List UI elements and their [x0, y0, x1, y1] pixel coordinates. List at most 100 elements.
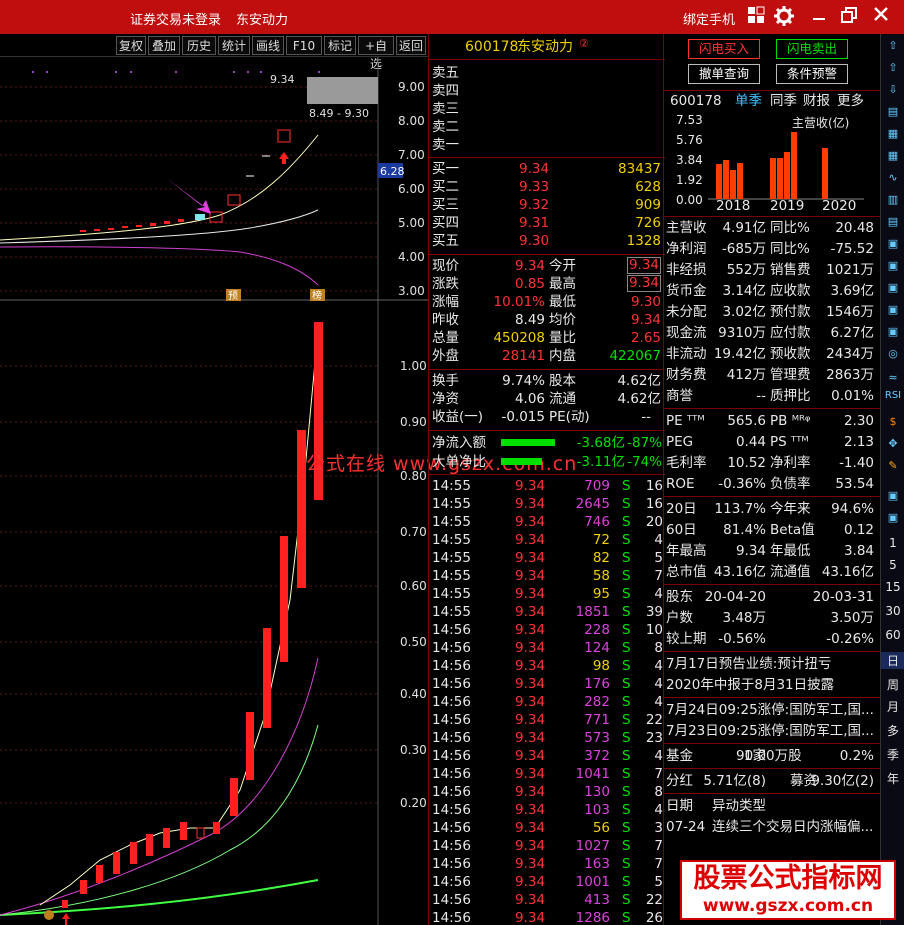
indicator-line-lightgreen: [0, 724, 319, 916]
f-icon[interactable]: ▣: [883, 508, 903, 528]
tick-time: 14:55: [432, 532, 471, 548]
arrow-up-icon[interactable]: ⇧: [883, 58, 903, 78]
rev-tick: 1.92: [676, 173, 703, 187]
toolbar-button-f10[interactable]: F10: [286, 36, 322, 55]
tab-report[interactable]: 财报: [803, 91, 830, 112]
toolbar-button-history[interactable]: 历史: [182, 36, 216, 55]
close-icon[interactable]: [870, 6, 892, 28]
f3-icon[interactable]: ▣: [883, 300, 903, 320]
news-item[interactable]: 7月24日09:25涨停:国防军工,国...: [666, 700, 878, 721]
anomaly-row[interactable]: 07-24 连续三个交易日内涨幅偏...: [666, 817, 878, 838]
chart-icon[interactable]: ▤: [883, 212, 903, 232]
bid-row[interactable]: 买二 9.33 628: [429, 178, 665, 196]
tick-count: 4: [654, 694, 663, 710]
fin-row: 股东 20-04-20 20-03-31: [666, 589, 874, 605]
last-price-tag: 6.28: [380, 165, 405, 178]
notice-item[interactable]: 2020年中报于8月31日披露: [666, 675, 878, 696]
tick-row: 14:55 9.34 95 S 4: [429, 585, 665, 603]
f2-icon[interactable]: ▣: [883, 278, 903, 298]
notice-item[interactable]: 7月17日预告业绩:预计扭亏: [666, 654, 878, 675]
money-icon[interactable]: $: [883, 412, 903, 432]
circle-icon[interactable]: ◎: [883, 344, 903, 364]
toolbar-button-mark[interactable]: 标记: [324, 36, 356, 55]
f10-icon[interactable]: ▣: [883, 234, 903, 254]
news-item[interactable]: 7月23日09:25涨停:国防军工,国...: [666, 721, 878, 742]
period-quarter[interactable]: 季: [881, 746, 904, 763]
grid-view-icon[interactable]: ▦: [883, 146, 903, 166]
tick-side: S: [622, 550, 631, 566]
period-year[interactable]: 年: [881, 770, 904, 787]
list-icon[interactable]: ▤: [883, 102, 903, 122]
cyan-candle: [195, 214, 205, 220]
period-5min[interactable]: 5: [881, 558, 904, 572]
period-month[interactable]: 月: [881, 698, 904, 715]
toolbar-button-fuquan[interactable]: 复权: [116, 36, 146, 55]
table-icon[interactable]: ▦: [883, 124, 903, 144]
bind-phone-link[interactable]: 绑定手机: [683, 9, 735, 28]
ask-row[interactable]: 卖五: [429, 64, 665, 82]
arrow-up-double-icon[interactable]: ⇧: [883, 36, 903, 56]
fin-row: 20日 113.7% 今年来 94.6%: [666, 501, 874, 517]
toolbar-button-add-watch[interactable]: +自选: [358, 36, 394, 71]
tab-more[interactable]: 更多: [837, 91, 864, 112]
kline-svg[interactable]: 9.00 8.00 7.00 6.00 5.00 4.00 3.00 6.28 …: [0, 57, 428, 925]
fin-row: 较上期 -0.56% -0.26%: [666, 631, 874, 647]
gear-icon[interactable]: [773, 6, 795, 28]
toolbar-button-back[interactable]: 返回: [396, 36, 426, 55]
period-1min[interactable]: 1: [881, 536, 904, 550]
tick-side: S: [622, 496, 631, 512]
kline-chart[interactable]: 9.00 8.00 7.00 6.00 5.00 4.00 3.00 6.28 …: [0, 57, 428, 925]
bid-row[interactable]: 买五 9.30 1328: [429, 232, 665, 250]
fin-row: 净利润 -685万 同比% -75.52: [666, 241, 874, 257]
tick-row: 14:56 9.34 1041 S 7: [429, 765, 665, 783]
tick-price: 9.34: [515, 550, 546, 566]
minimize-icon[interactable]: [808, 6, 830, 28]
ask-row[interactable]: 卖三: [429, 100, 665, 118]
tick-volume: 1041: [575, 766, 610, 782]
grid-icon[interactable]: [745, 6, 767, 28]
rsi-label[interactable]: RSI: [881, 390, 904, 401]
bid-row[interactable]: 买一 9.34 83437: [429, 160, 665, 178]
period-60min[interactable]: 60: [881, 628, 904, 642]
flash-sell-button[interactable]: 闪电卖出: [776, 39, 848, 59]
condition-alert-button[interactable]: 条件预警: [776, 64, 848, 84]
marker-pre: 预: [228, 290, 238, 302]
period-day[interactable]: 日: [881, 652, 904, 669]
bid-row[interactable]: 买四 9.31 726: [429, 214, 665, 232]
tick-volume: 1851: [575, 604, 610, 620]
toolbar-button-stats[interactable]: 统计: [218, 36, 250, 55]
tab-same-quarter[interactable]: 同季: [770, 91, 797, 112]
tab-single-quarter[interactable]: 单季: [735, 91, 762, 112]
flash-buy-button[interactable]: 闪电买入: [688, 39, 760, 59]
tick-time: 14:56: [432, 640, 471, 656]
login-status[interactable]: 证券交易未登录: [130, 9, 221, 28]
kline-icon[interactable]: ▥: [883, 190, 903, 210]
restore-icon[interactable]: [838, 6, 860, 28]
cancel-query-button[interactable]: 撤单查询: [688, 64, 760, 84]
pencil-icon[interactable]: ✎: [883, 456, 903, 476]
period-multi[interactable]: 多: [881, 722, 904, 739]
line-chart-icon[interactable]: ∿: [883, 168, 903, 188]
ask-row[interactable]: 卖二: [429, 118, 665, 136]
arrow-down-icon[interactable]: ⇩: [883, 80, 903, 100]
ask-row[interactable]: 卖一: [429, 136, 665, 154]
period-30min[interactable]: 30: [881, 604, 904, 618]
period-week[interactable]: 周: [881, 676, 904, 693]
wave-icon[interactable]: ≈: [883, 368, 903, 388]
fs-icon[interactable]: ▣: [883, 486, 903, 506]
tick-row: 14:56 9.34 163 S 7: [429, 855, 665, 873]
period-15min[interactable]: 15: [881, 580, 904, 594]
toolbar-button-overlay[interactable]: 叠加: [148, 36, 180, 55]
fin-row: 总市值 43.16亿 流通值 43.16亿: [666, 564, 874, 580]
tick-time: 14:55: [432, 478, 471, 494]
ask-row[interactable]: 卖四: [429, 82, 665, 100]
f1-icon[interactable]: ▣: [883, 256, 903, 276]
lower-tick: 0.40: [400, 687, 427, 701]
move-icon[interactable]: ✥: [883, 434, 903, 454]
f4-icon[interactable]: ▣: [883, 322, 903, 342]
tick-time: 14:55: [432, 496, 471, 512]
tick-side: S: [622, 730, 631, 746]
toolbar-button-draw[interactable]: 画线: [252, 36, 284, 55]
tick-count: 4: [654, 748, 663, 764]
bid-row[interactable]: 买三 9.32 909: [429, 196, 665, 214]
